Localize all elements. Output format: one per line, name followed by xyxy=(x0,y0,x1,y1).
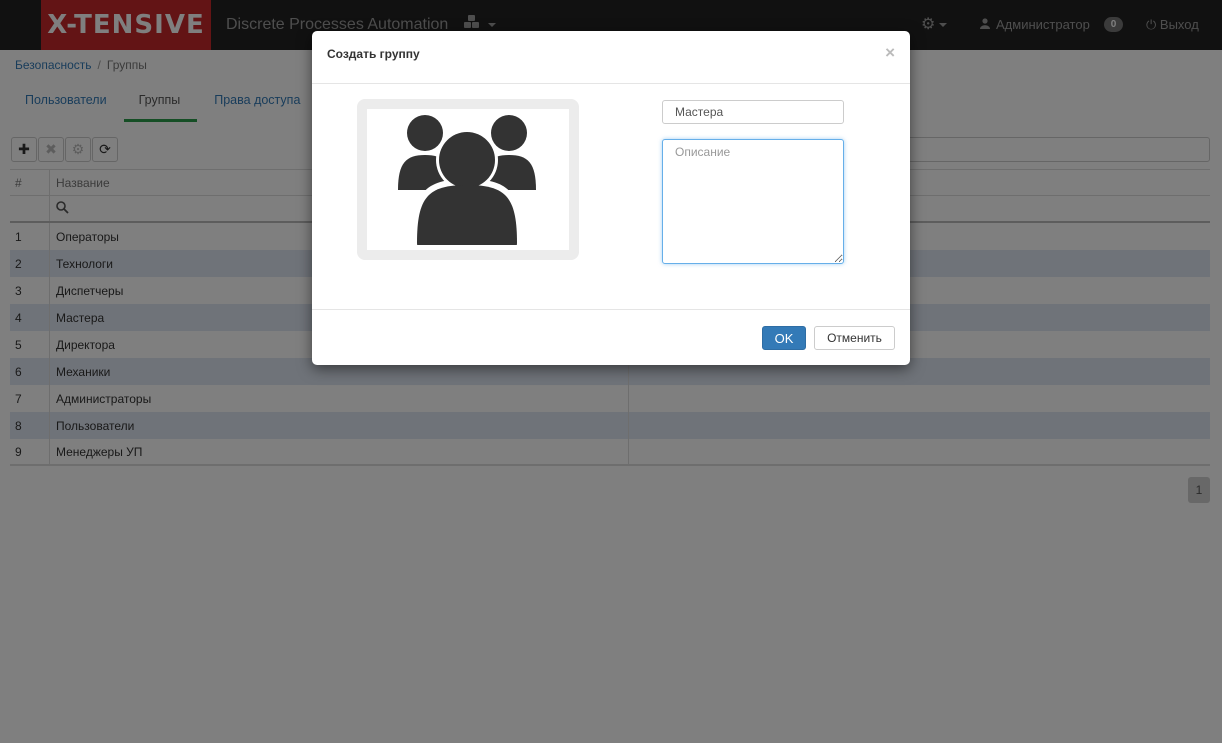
close-icon[interactable]: × xyxy=(885,43,895,63)
modal-footer: OK Отменить xyxy=(312,309,910,365)
group-description-input[interactable] xyxy=(662,139,844,264)
modal-title: Создать группу xyxy=(327,47,420,61)
users-group-icon xyxy=(398,114,536,245)
group-name-input[interactable] xyxy=(662,100,844,124)
create-group-dialog: Создать группу × OK Отмени xyxy=(312,31,910,365)
cancel-button[interactable]: Отменить xyxy=(814,326,895,350)
group-image xyxy=(367,109,569,250)
modal-header: Создать группу × xyxy=(312,31,910,84)
ok-button[interactable]: OK xyxy=(762,326,806,350)
group-image-picker[interactable] xyxy=(357,99,579,260)
